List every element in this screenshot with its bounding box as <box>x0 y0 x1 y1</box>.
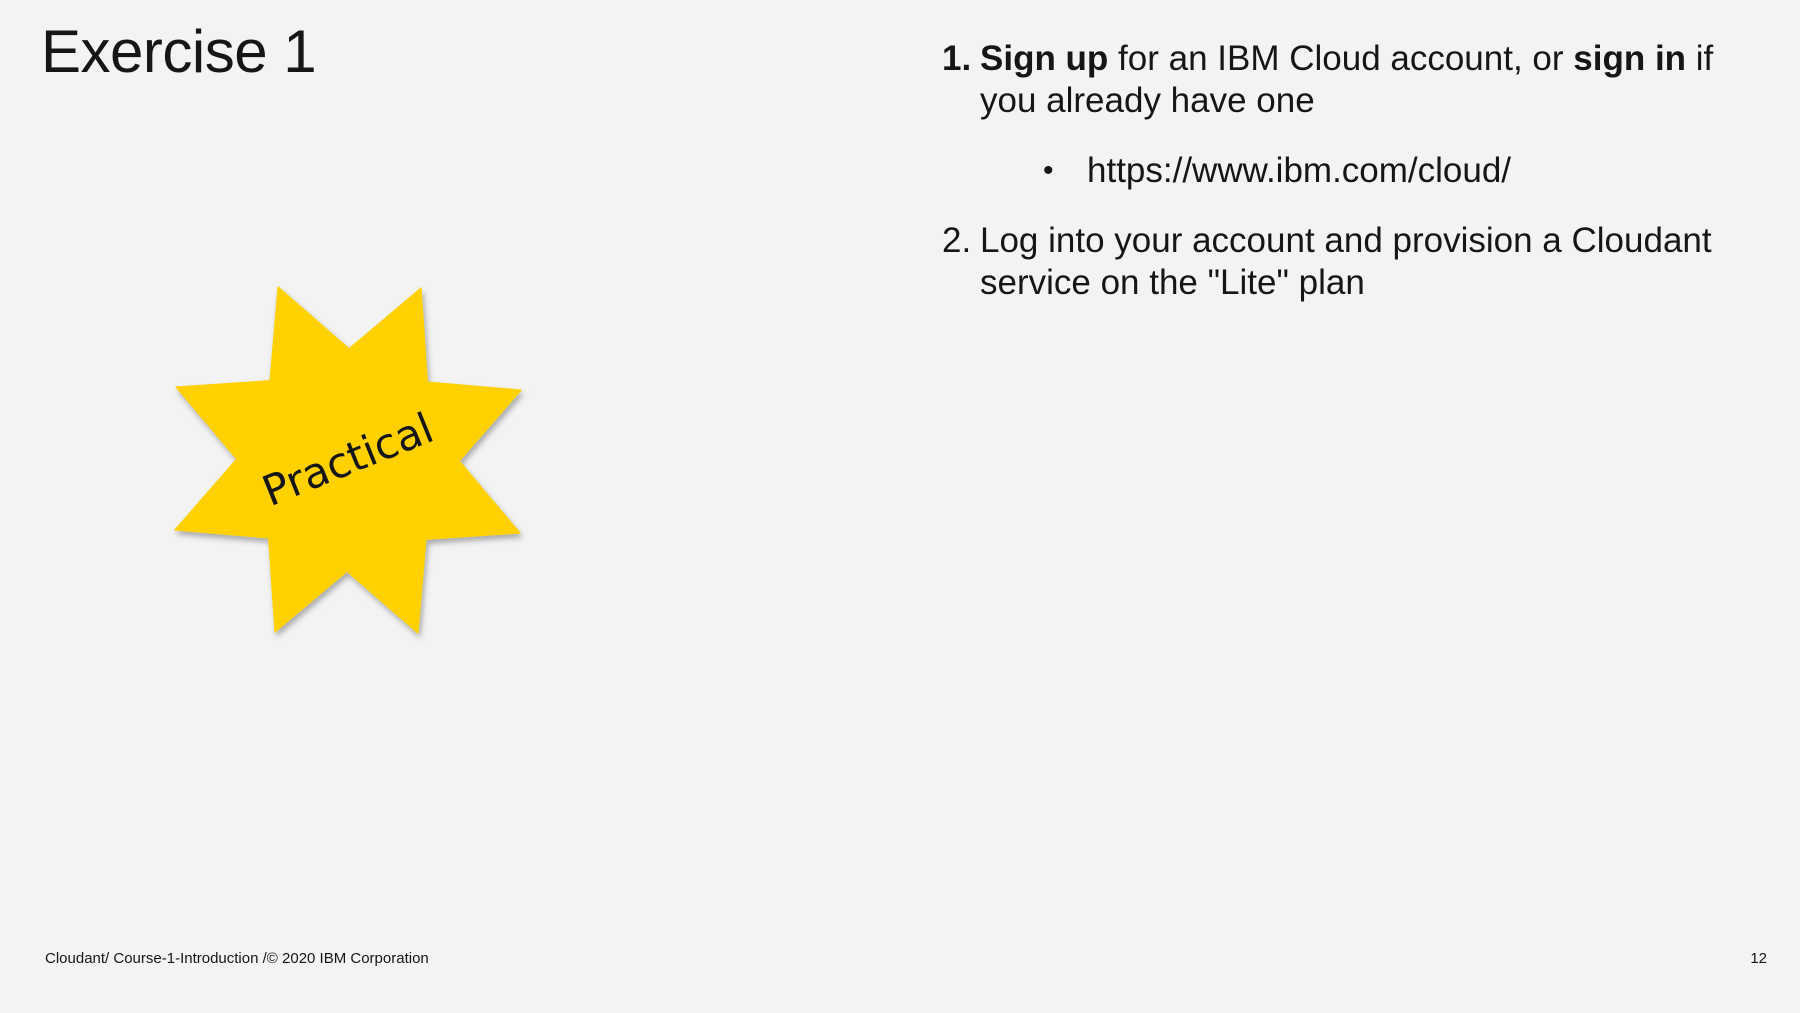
step-1-number: 1. <box>942 39 972 78</box>
step-1: 1. Sign up for an IBM Cloud account, or … <box>942 38 1762 122</box>
step-2-text: Log into your account and provision a Cl… <box>980 221 1712 302</box>
practical-badge: Practical <box>158 270 538 650</box>
step-1-text: Sign up for an IBM Cloud account, or sig… <box>980 38 1762 122</box>
page-number: 12 <box>1750 950 1767 967</box>
sign-up-emphasis: Sign up <box>980 39 1109 78</box>
star-burst-icon: Practical <box>173 285 523 635</box>
ibm-cloud-url: https://www.ibm.com/cloud/ <box>1087 151 1512 190</box>
instructions-list: 1. Sign up for an IBM Cloud account, or … <box>942 38 1762 304</box>
step-1-sub-item: • https://www.ibm.com/cloud/ <box>942 150 1762 192</box>
step-1-text-part: for an IBM Cloud account, or <box>1108 39 1574 78</box>
slide-title: Exercise 1 <box>41 18 317 85</box>
step-2-number: 2. <box>942 221 972 260</box>
footer-copyright: Cloudant/ Course-1-Introduction /© 2020 … <box>45 950 429 967</box>
sign-in-emphasis: sign in <box>1573 39 1687 78</box>
step-2: 2. Log into your account and provision a… <box>942 220 1762 304</box>
bullet-icon: • <box>1043 154 1054 187</box>
